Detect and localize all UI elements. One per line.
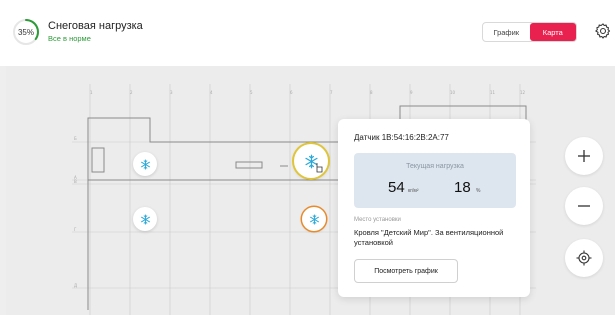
svg-text:5: 5 [250, 90, 253, 95]
snowflake-icon [140, 213, 150, 225]
sensor-marker[interactable] [133, 207, 157, 231]
load-unit: кг/м² [408, 188, 419, 194]
sensor-marker-selected[interactable] [294, 144, 328, 178]
zoom-out-button[interactable] [565, 187, 603, 225]
toggle-map-button[interactable]: Карта [529, 23, 576, 41]
zoom-in-button[interactable] [565, 137, 603, 175]
location-label: Место установки [354, 217, 401, 223]
toggle-chart-button[interactable]: График [483, 23, 530, 41]
svg-text:10: 10 [450, 90, 456, 95]
sensor-title: Датчик 1B:54:16:2B:2A:77 [354, 133, 449, 142]
location-text: Кровля "Детский Мир". За вентиляционной … [354, 228, 504, 247]
svg-text:Б: Б [74, 136, 77, 141]
plus-icon [578, 150, 590, 162]
status-text: Все в норме [48, 34, 91, 43]
locate-icon [576, 250, 592, 266]
gauge-percent: 35% [17, 27, 34, 37]
svg-text:2: 2 [130, 90, 133, 95]
svg-text:В: В [74, 179, 77, 184]
view-graph-button[interactable]: Посмотреть график [354, 259, 458, 283]
svg-text:Г: Г [74, 227, 77, 232]
load-percent: 18 [454, 179, 471, 196]
view-toggle: График Карта [482, 22, 577, 42]
locate-button[interactable] [565, 239, 603, 277]
svg-text:8: 8 [370, 90, 373, 95]
percent-unit: % [476, 188, 481, 194]
svg-text:12: 12 [520, 90, 526, 95]
svg-text:6: 6 [290, 90, 293, 95]
svg-text:9: 9 [410, 90, 413, 95]
snowflake-icon [309, 213, 319, 225]
minus-icon [578, 205, 590, 207]
sensor-marker[interactable] [302, 207, 326, 231]
svg-text:3: 3 [170, 90, 173, 95]
svg-text:7: 7 [330, 90, 333, 95]
svg-text:1: 1 [90, 90, 93, 95]
header: 35% Снеговая нагрузка Все в норме График… [0, 0, 615, 66]
svg-text:11: 11 [490, 90, 496, 95]
sensor-popup: Датчик 1B:54:16:2B:2A:77 Текущая нагрузк… [338, 119, 530, 297]
gear-icon[interactable] [594, 22, 612, 40]
page-title: Снеговая нагрузка [48, 20, 143, 32]
svg-text:4: 4 [210, 90, 213, 95]
current-load-card: Текущая нагрузка 54 кг/м² 18 % [354, 153, 516, 208]
load-value: 54 [388, 179, 405, 196]
sensor-marker[interactable] [133, 152, 157, 176]
hand-cursor-icon [316, 163, 323, 173]
current-load-label: Текущая нагрузка [406, 163, 464, 170]
svg-text:Д: Д [74, 283, 77, 288]
snowflake-icon [140, 158, 150, 170]
